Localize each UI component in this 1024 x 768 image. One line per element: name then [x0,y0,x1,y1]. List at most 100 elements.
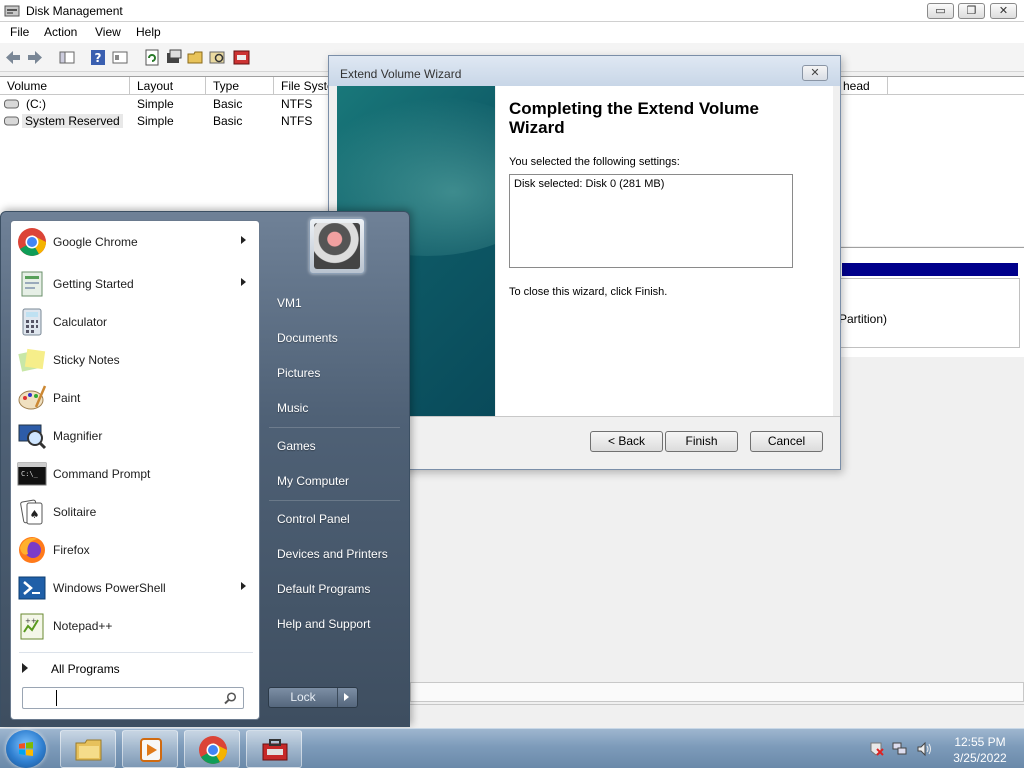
sticky-notes-icon [18,348,46,372]
title-bar[interactable]: Disk Management ▭ ❐ ✕ [0,0,1024,22]
close-button[interactable]: ✕ [990,3,1017,19]
program-solitaire[interactable]: ♠ Solitaire [14,494,256,530]
table-row[interactable]: (C:) Simple Basic NTFS [0,96,330,113]
menu-view[interactable]: View [95,25,121,39]
games-link[interactable]: Games [277,439,316,453]
action-center-warning-icon[interactable] [868,741,884,757]
program-magnifier[interactable]: Magnifier [14,418,256,454]
music-link[interactable]: Music [277,401,308,415]
menu-file[interactable]: File [10,25,29,39]
pictures-link[interactable]: Pictures [277,366,320,380]
wizard-title-bar[interactable]: Extend Volume Wizard ✕ [329,56,840,86]
status-bar [410,704,1024,728]
submenu-arrow-icon [241,278,246,286]
my-computer-link[interactable]: My Computer [277,474,349,488]
network-icon[interactable] [892,741,908,757]
partition-block[interactable]: Partition) [839,278,1020,348]
taskbar: 12:55 PM 3/25/2022 [0,728,1024,768]
back-button[interactable]: < Back [590,431,663,452]
taskbar-file-explorer[interactable] [60,730,116,768]
program-paint[interactable]: Paint [14,380,256,416]
column-empty [888,77,1024,95]
control-panel-link[interactable]: Control Panel [277,512,350,526]
help-and-support-link[interactable]: Help and Support [277,617,370,631]
menu-bar: File Action View Help [0,22,1024,43]
program-sticky-notes[interactable]: Sticky Notes [14,342,256,378]
lock-button[interactable]: Lock [268,687,358,708]
properties-icon[interactable] [111,49,129,66]
open-folder-icon[interactable] [187,49,205,66]
chrome-icon [199,736,227,764]
column-type[interactable]: Type [206,77,274,95]
finish-button[interactable]: Finish [665,431,738,452]
taskbar-media-player[interactable] [122,730,178,768]
disk-management-icon [4,5,20,17]
toolbox-icon [262,739,288,761]
documents-link[interactable]: Documents [277,331,338,345]
volume-layout: Simple [137,97,174,111]
forward-arrow-icon[interactable] [26,49,44,66]
media-player-icon [140,738,162,762]
partition-header-bar [842,263,1018,276]
search-icon[interactable] [224,692,237,705]
svg-text:?: ? [95,51,102,65]
minimize-button[interactable]: ▭ [927,3,954,19]
help-icon[interactable]: ? [89,49,107,66]
cancel-button[interactable]: Cancel [750,431,823,452]
chrome-icon [18,228,46,256]
firefox-icon [19,537,45,563]
program-label: Getting Started [53,277,134,291]
submenu-arrow-icon [241,582,246,590]
taskbar-disk-management[interactable] [246,730,302,768]
all-programs-button[interactable]: All Programs [14,657,256,679]
disk-settings-icon[interactable] [233,49,251,66]
column-overhead[interactable]: head [836,77,888,95]
refresh-icon[interactable] [143,49,161,66]
wizard-close-button[interactable]: ✕ [802,65,828,81]
taskbar-chrome[interactable] [184,730,240,768]
partition-label: Partition) [839,312,888,326]
maximize-button[interactable]: ❐ [958,3,985,19]
user-folder-link[interactable]: VM1 [277,296,302,310]
lock-divider [337,688,338,707]
console-tree-icon[interactable] [58,49,76,66]
column-layout[interactable]: Layout [130,77,206,95]
program-google-chrome[interactable]: Google Chrome [14,224,256,260]
start-menu-programs-pane: Google Chrome Getting Started Calculator [10,220,260,720]
menu-action[interactable]: Action [44,25,77,39]
rescan-icon[interactable] [165,49,183,66]
power-options-arrow-icon[interactable] [344,693,349,701]
programs-separator [19,652,253,653]
volume-speaker-icon[interactable] [916,741,932,757]
volume-name: System Reserved [22,114,123,128]
volume-type: Basic [213,114,243,128]
start-button[interactable] [6,730,46,768]
program-windows-powershell[interactable]: Windows PowerShell [14,570,256,606]
user-avatar[interactable] [309,218,365,274]
table-row[interactable]: System Reserved Simple Basic NTFS [0,113,330,130]
program-calculator[interactable]: Calculator [14,304,256,340]
devices-and-printers-link[interactable]: Devices and Printers [277,547,388,561]
system-clock[interactable]: 12:55 PM 3/25/2022 [944,734,1016,766]
menu-help[interactable]: Help [136,25,161,39]
paint-icon [18,385,47,410]
explore-icon[interactable] [209,49,227,66]
command-prompt-icon: C:\_ [17,462,47,486]
column-volume[interactable]: Volume [0,77,130,95]
start-search-input[interactable] [22,687,244,709]
program-firefox[interactable]: Firefox [14,532,256,568]
settings-textbox[interactable]: Disk selected: Disk 0 (281 MB) [509,174,793,268]
program-label: Command Prompt [53,467,151,481]
default-programs-link[interactable]: Default Programs [277,582,370,596]
program-getting-started[interactable]: Getting Started [14,266,256,302]
back-arrow-icon[interactable] [4,49,22,66]
getting-started-icon [21,271,43,297]
column-file-system[interactable]: File Syste [274,77,330,95]
settings-text: Disk selected: Disk 0 (281 MB) [514,178,665,190]
settings-label: You selected the following settings: [509,156,680,168]
drive-icon [4,99,19,109]
window-title: Disk Management [26,4,123,18]
program-notepad-plus-plus[interactable]: ++ Notepad++ [14,608,256,644]
program-command-prompt[interactable]: C:\_ Command Prompt [14,456,256,492]
calculator-icon [22,308,42,336]
